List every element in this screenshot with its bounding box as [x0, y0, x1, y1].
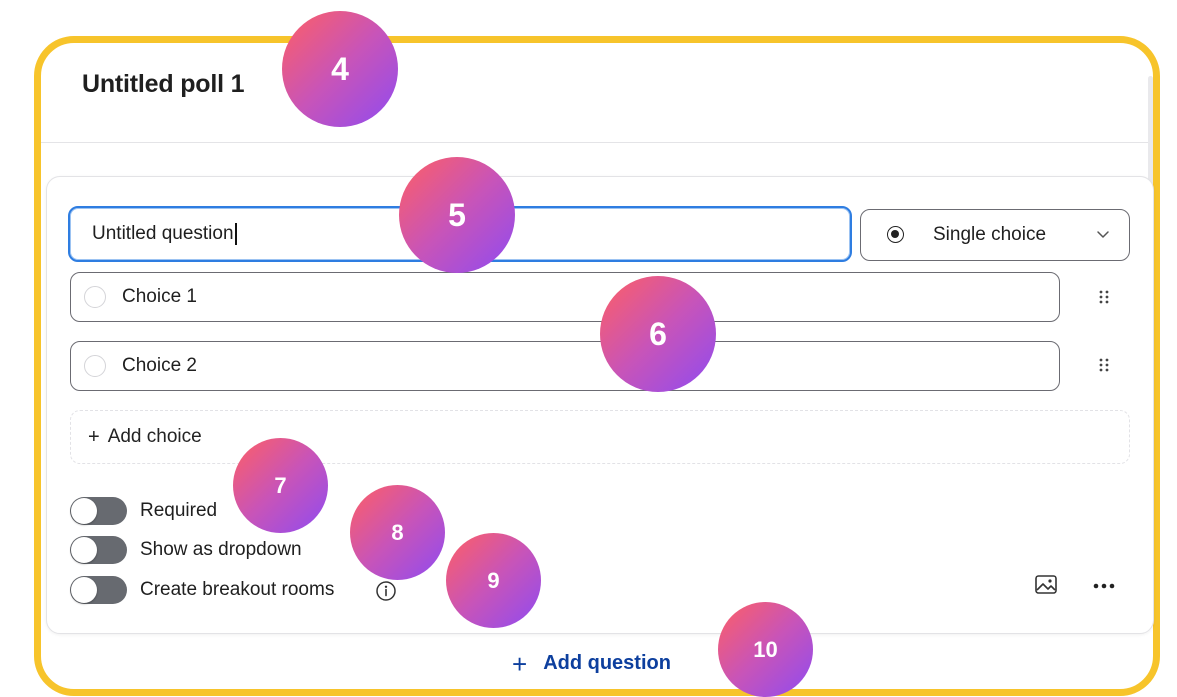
header-divider [41, 142, 1153, 143]
step-badge-10: 10 [718, 602, 813, 697]
required-label: Required [140, 500, 218, 521]
step-badge-8: 8 [350, 485, 445, 580]
step-badge-6: 6 [600, 276, 716, 392]
text-caret [234, 223, 237, 245]
required-toggle[interactable] [70, 497, 127, 525]
add-choice-label: Add choice [107, 426, 202, 447]
choice-radio-icon [84, 355, 106, 377]
add-question-label: Add question [543, 652, 671, 674]
drag-handle-icon[interactable] [1097, 357, 1111, 373]
choice-input-1[interactable]: Choice 1 [70, 272, 1060, 322]
choice-input-2[interactable]: Choice 2 [70, 341, 1060, 391]
info-icon[interactable] [375, 580, 397, 602]
step-badge-9: 9 [446, 533, 541, 628]
step-badge-4: 4 [282, 11, 398, 127]
radio-selected-icon [887, 226, 904, 243]
question-type-select[interactable]: Single choice [860, 209, 1130, 261]
show-as-dropdown-label: Show as dropdown [140, 539, 302, 560]
show-as-dropdown-toggle[interactable] [70, 536, 127, 564]
choice-radio-icon [84, 286, 106, 308]
step-badge-7: 7 [233, 438, 328, 533]
image-icon[interactable] [1034, 574, 1058, 596]
plus-icon: + [512, 648, 528, 679]
create-breakout-rooms-toggle[interactable] [70, 576, 127, 604]
plus-icon: + [88, 425, 100, 448]
choice-label: Choice 1 [122, 286, 197, 307]
add-question-button[interactable]: + Add question [512, 648, 671, 679]
create-breakout-rooms-label: Create breakout rooms [140, 579, 335, 600]
choice-label: Choice 2 [122, 355, 197, 376]
add-choice-button[interactable]: + Add choice [70, 410, 1130, 464]
chevron-down-icon [1097, 231, 1109, 238]
drag-handle-icon[interactable] [1097, 289, 1111, 305]
question-input-value: Untitled question [92, 223, 234, 244]
question-type-label: Single choice [933, 224, 1047, 245]
more-horizontal-icon[interactable] [1092, 583, 1116, 589]
poll-title[interactable]: Untitled poll 1 [82, 70, 244, 99]
step-badge-5: 5 [399, 157, 515, 273]
